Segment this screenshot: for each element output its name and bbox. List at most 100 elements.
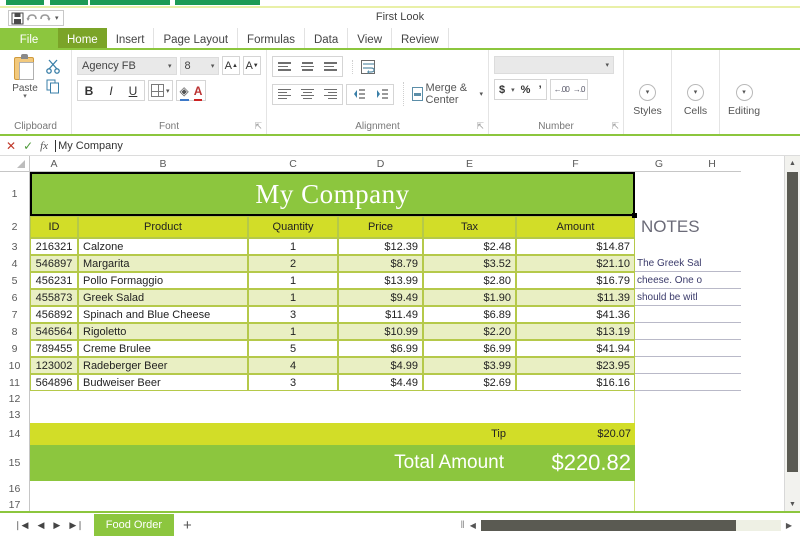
ribbon-tab-formulas[interactable]: Formulas [238,28,305,48]
cell-tax[interactable]: $3.52 [423,255,516,272]
align-bottom-button[interactable] [319,57,342,76]
scroll-down-icon[interactable]: ▼ [785,497,800,511]
header-cell-id[interactable]: ID [30,216,78,238]
row-header-15[interactable]: 15 [0,445,30,481]
prev-sheet-icon[interactable]: ◀ [37,520,44,531]
formula-accept-icon[interactable]: ✓ [23,139,33,153]
increase-decimal-icon[interactable]: ←.00 [554,85,570,94]
align-right-button[interactable] [319,85,342,104]
cell-amount[interactable]: $23.95 [516,357,635,374]
empty-row-16[interactable] [30,481,635,497]
cell-quantity[interactable]: 1 [248,272,338,289]
cell-amount[interactable]: $16.79 [516,272,635,289]
ribbon-tab-review[interactable]: Review [392,28,449,48]
notes-blank-line[interactable] [635,306,741,323]
cell-product[interactable]: Pollo Formaggio [78,272,248,289]
percent-format-button[interactable]: % [521,84,531,96]
cell-price[interactable]: $12.39 [338,238,423,255]
cell-quantity[interactable]: 1 [248,289,338,306]
tip-value-cell[interactable]: $20.07 [516,423,635,445]
header-cell-product[interactable]: Product [78,216,248,238]
header-cell-quantity[interactable]: Quantity [248,216,338,238]
italic-button[interactable]: I [100,81,122,100]
row-header-4[interactable]: 4 [0,255,30,272]
grow-font-button[interactable]: A ▲ [222,56,241,75]
cell-tax[interactable]: $6.99 [423,340,516,357]
cells-dropdown-icon[interactable]: ▾ [687,83,704,101]
empty-notes-12[interactable] [635,391,741,407]
decrease-decimal-icon[interactable]: →.0 [573,85,586,94]
total-label-cell[interactable]: Total Amount [30,445,516,481]
cell-price[interactable]: $8.79 [338,255,423,272]
number-format-select[interactable]: ▾ [494,56,614,74]
notes-line-2[interactable]: cheese. One o [635,272,741,289]
row-header-6[interactable]: 6 [0,289,30,306]
insert-function-icon[interactable]: fx [40,140,48,152]
cell-quantity[interactable]: 5 [248,340,338,357]
cell-product[interactable]: Greek Salad [78,289,248,306]
ribbon-tab-view[interactable]: View [348,28,392,48]
column-header-e[interactable]: E [423,156,516,172]
row-header-14[interactable]: 14 [0,423,30,445]
row-header-2[interactable]: 2 [0,216,30,238]
cell-product[interactable]: Spinach and Blue Cheese [78,306,248,323]
row-header-17[interactable]: 17 [0,497,30,511]
notes-spacer[interactable] [635,238,741,255]
cell-tax[interactable]: $2.80 [423,272,516,289]
wrap-text-icon[interactable] [361,59,375,74]
cell-product[interactable]: Rigoletto [78,323,248,340]
align-top-button[interactable] [273,57,296,76]
cell-price[interactable]: $13.99 [338,272,423,289]
cell-tax[interactable]: $2.69 [423,374,516,391]
column-header-d[interactable]: D [338,156,423,172]
chevron-down-icon[interactable]: ▾ [605,61,609,69]
scroll-right-icon[interactable]: ▶ [786,521,792,530]
row-header-7[interactable]: 7 [0,306,30,323]
cell-price[interactable]: $11.49 [338,306,423,323]
cell-quantity[interactable]: 3 [248,374,338,391]
empty-row-17[interactable] [30,497,635,511]
cell-product[interactable]: Creme Brulee [78,340,248,357]
cell-product[interactable]: Radeberger Beer [78,357,248,374]
first-sheet-icon[interactable]: ❘◀ [14,520,28,531]
ribbon-tab-data[interactable]: Data [305,28,349,48]
cell-amount[interactable]: $41.94 [516,340,635,357]
ribbon-group-cells[interactable]: ▾ Cells [672,50,720,134]
total-value-cell[interactable]: $220.82 [516,445,635,481]
add-sheet-button[interactable]: + [174,517,201,534]
formula-cancel-icon[interactable]: ✕ [6,139,16,153]
empty-row-13[interactable] [30,407,635,423]
ribbon-group-styles[interactable]: ▾ Styles [624,50,672,134]
bold-button[interactable]: B [78,81,100,100]
empty-row-12[interactable] [30,391,635,407]
cell-price[interactable]: $4.99 [338,357,423,374]
currency-format-button[interactable]: $ [499,84,505,96]
header-cell-tax[interactable]: Tax [423,216,516,238]
empty-notes-14[interactable] [635,423,741,445]
cell-product[interactable]: Margarita [78,255,248,272]
column-header-c[interactable]: C [248,156,338,172]
chevron-down-icon[interactable]: ▾ [168,62,172,70]
cell-quantity[interactable]: 1 [248,238,338,255]
increase-indent-button[interactable] [370,85,393,104]
cell-price[interactable]: $10.99 [338,323,423,340]
notes-blank-line[interactable] [635,340,741,357]
align-middle-button[interactable] [296,57,319,76]
editing-dropdown-icon[interactable]: ▾ [735,83,753,101]
cell-quantity[interactable]: 2 [248,255,338,272]
cell-quantity[interactable]: 1 [248,323,338,340]
font-dialog-launcher[interactable]: ⇱ [254,121,262,132]
cell-quantity[interactable]: 4 [248,357,338,374]
chevron-down-icon[interactable]: ▾ [511,86,515,94]
cell-product[interactable]: Calzone [78,238,248,255]
cell-price[interactable]: $4.49 [338,374,423,391]
next-sheet-icon[interactable]: ▶ [53,520,60,531]
scroll-grip-icon[interactable]: ‖ [461,520,465,531]
cell-id[interactable]: 455873 [30,289,78,306]
cell-tax[interactable]: $6.89 [423,306,516,323]
cell-h1[interactable] [683,172,741,216]
cell-quantity[interactable]: 3 [248,306,338,323]
chevron-down-icon[interactable]: ▾ [166,87,170,95]
row-header-1[interactable]: 1 [0,172,30,216]
cell-price[interactable]: $9.49 [338,289,423,306]
